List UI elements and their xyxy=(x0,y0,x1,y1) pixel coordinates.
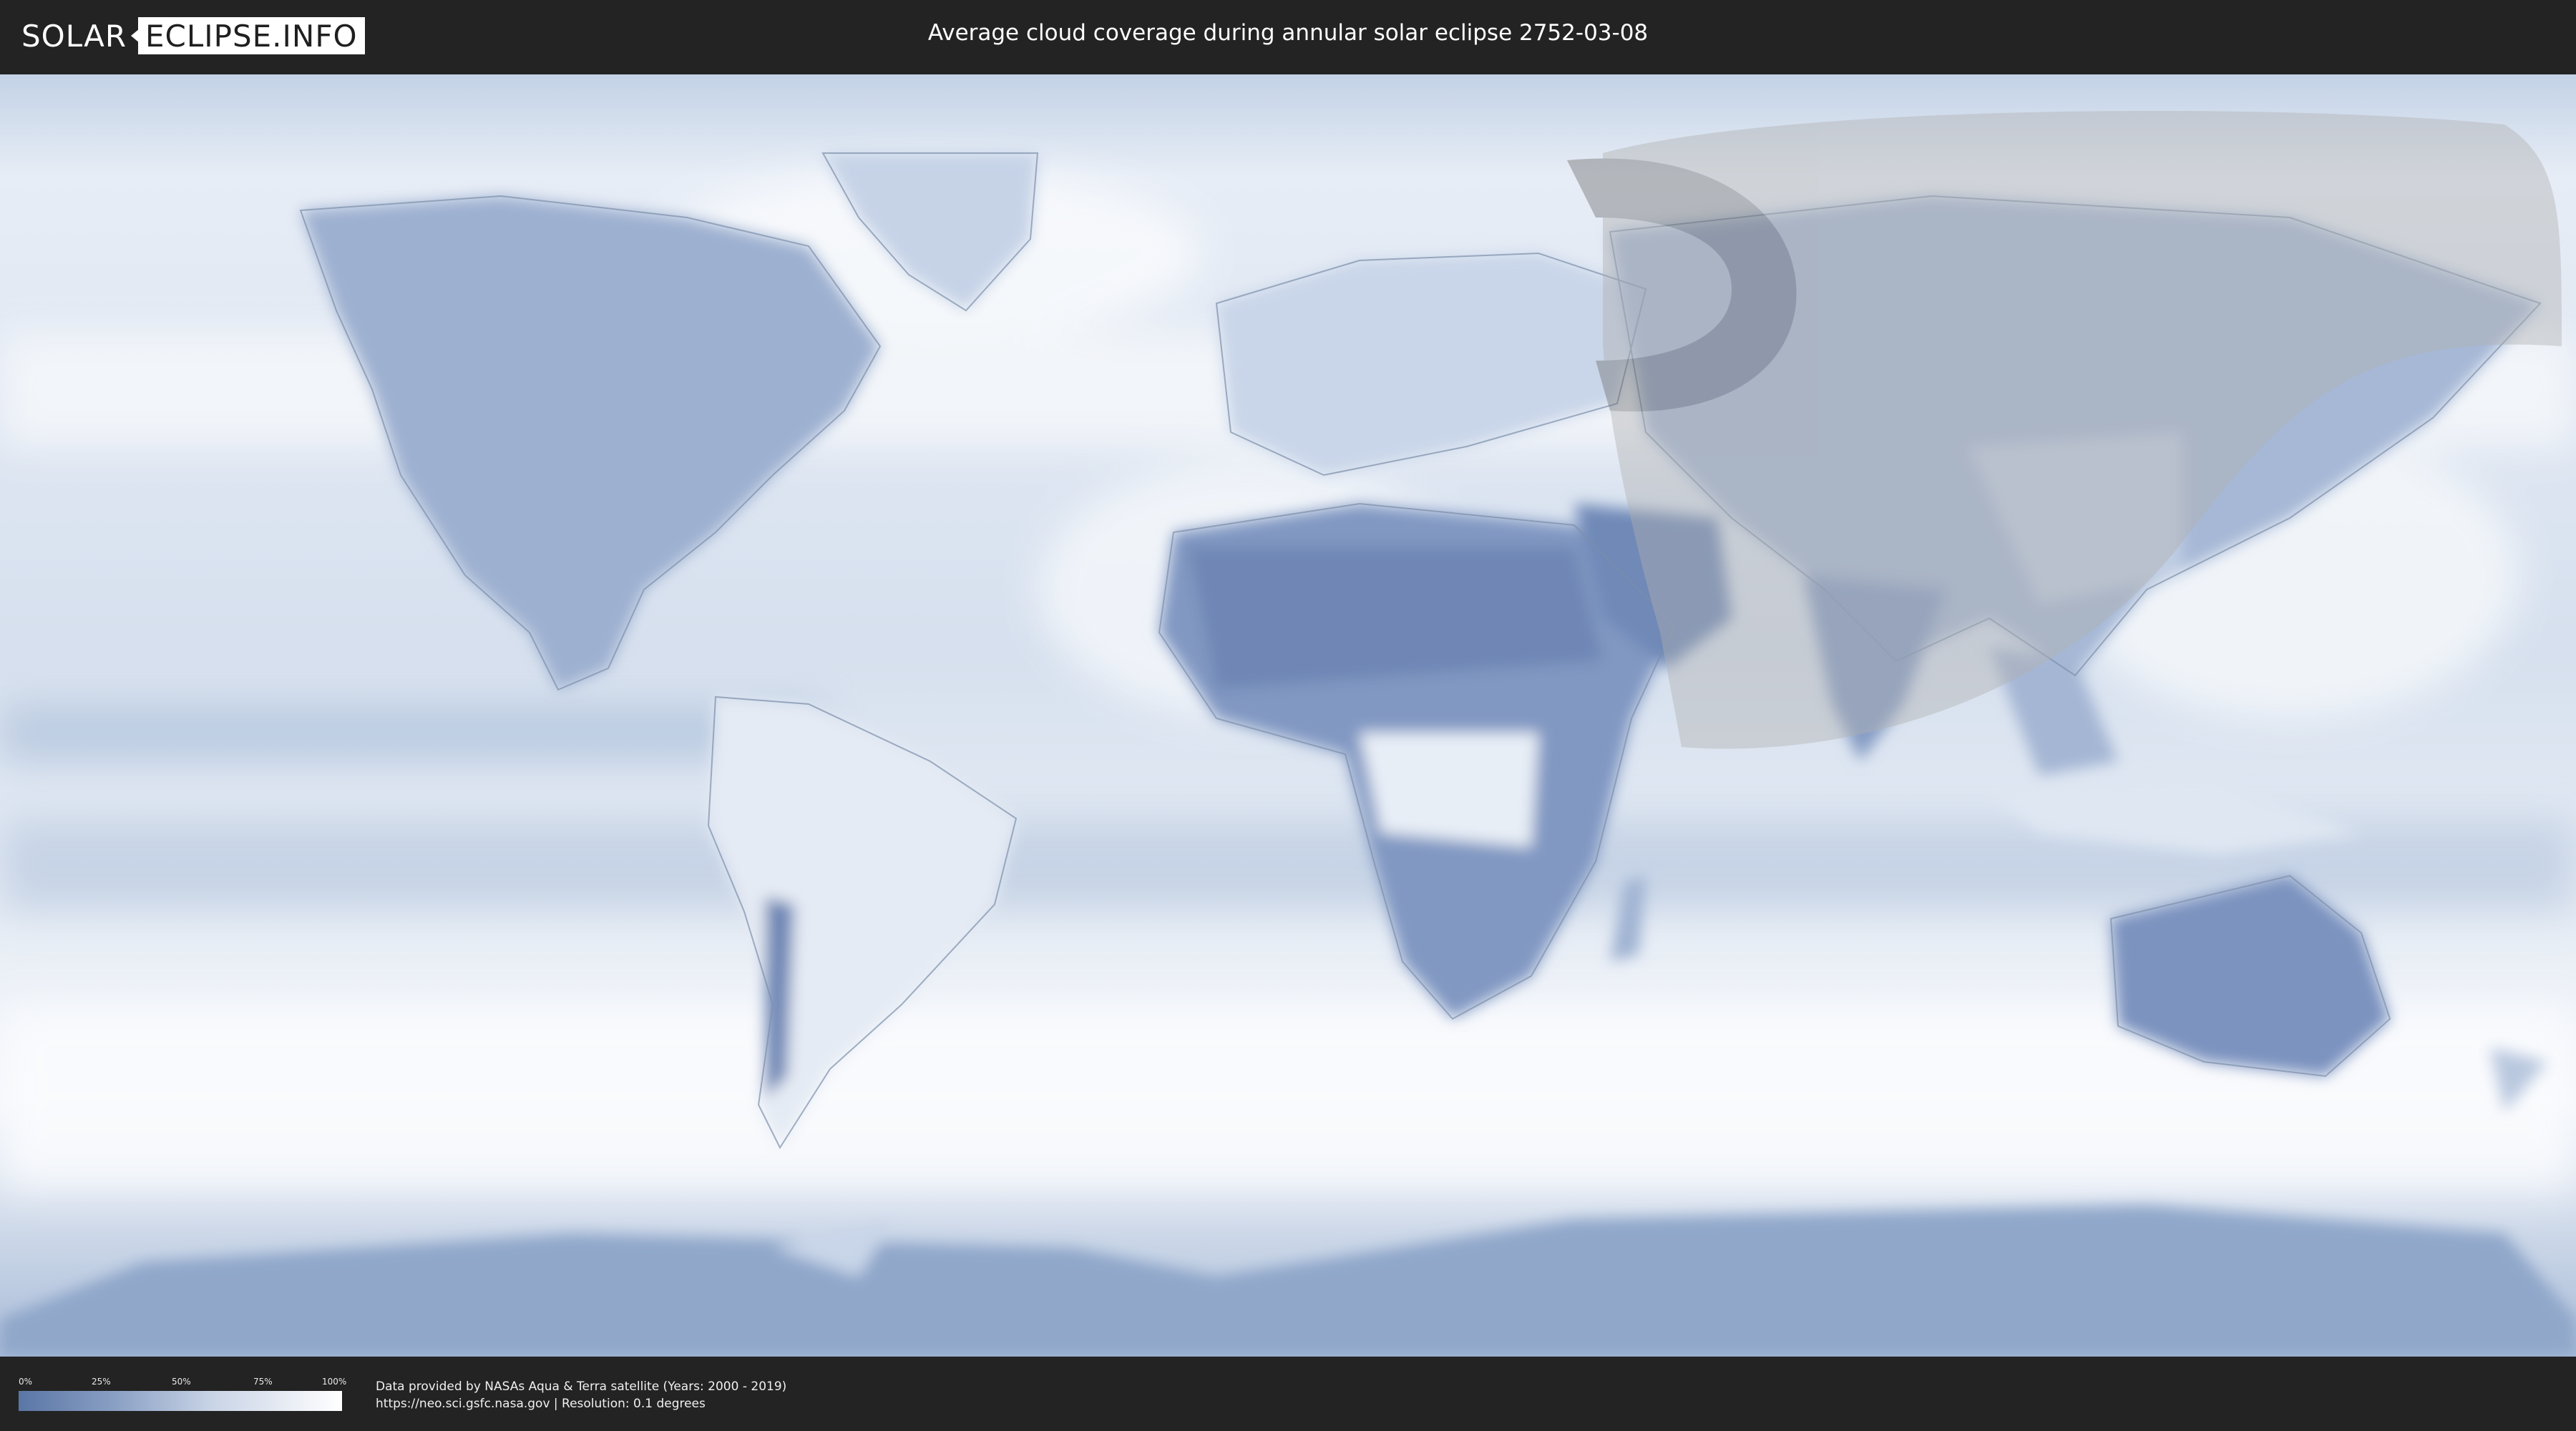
scale-tick-100: 100% xyxy=(322,1377,347,1387)
scale-tick-25: 25% xyxy=(92,1377,111,1387)
footer-bar: 0% 25% 50% 75% 100% Data provided by NAS… xyxy=(0,1358,2576,1431)
cloud-coverage-map[interactable] xyxy=(0,74,2576,1357)
scale-tick-50: 50% xyxy=(172,1377,191,1387)
page-title: Average cloud coverage during annular so… xyxy=(927,20,1649,46)
data-source-line: https://neo.sci.gsfc.nasa.gov | Resoluti… xyxy=(376,1397,706,1411)
cloud-coverage-scale-bar xyxy=(19,1391,342,1411)
central-africa-cloudy xyxy=(1360,733,1538,847)
header-bar: SOLAR ECLIPSE.INFO Average cloud coverag… xyxy=(0,0,2576,72)
scale-tick-75: 75% xyxy=(253,1377,273,1387)
scale-tick-0: 0% xyxy=(19,1377,33,1387)
data-credit-line: Data provided by NASAs Aqua & Terra sate… xyxy=(376,1379,787,1394)
world-map-svg xyxy=(0,74,2576,1357)
